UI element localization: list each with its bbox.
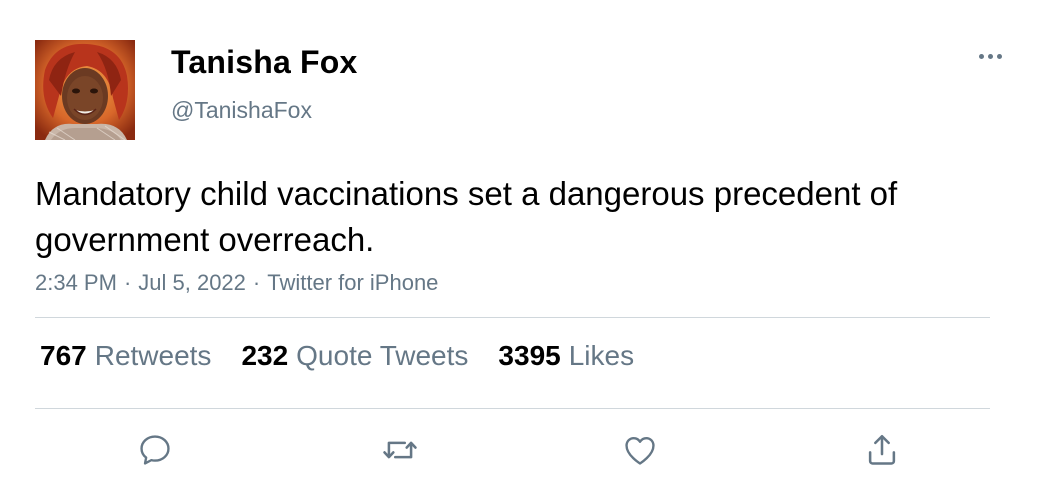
meta-separator: · (252, 270, 261, 295)
tweet-source[interactable]: Twitter for iPhone (267, 270, 438, 295)
dot (996, 53, 1002, 59)
retweet-button[interactable] (380, 430, 420, 470)
retweet-arrows-icon (383, 441, 417, 459)
dot (987, 53, 993, 59)
reply-button[interactable] (135, 430, 175, 470)
likes-stat[interactable]: 3395 Likes (498, 340, 634, 372)
likes-label: Likes (568, 340, 635, 371)
engagement-stats: 767 Retweets 232 Quote Tweets 3395 Likes (40, 340, 634, 372)
tweet-meta: 2:34 PM · Jul 5, 2022 · Twitter for iPhone (35, 270, 438, 296)
retweets-label: Retweets (94, 340, 212, 371)
tweet-text: Mandatory child vaccinations set a dange… (35, 175, 898, 258)
speech-bubble-icon (140, 435, 170, 465)
tweet-card: Tanisha Fox @TanishaFox Mandatory child … (0, 0, 1050, 480)
quote-tweets-stat[interactable]: 232 Quote Tweets (241, 340, 468, 372)
dot (978, 53, 984, 59)
divider (35, 408, 990, 409)
author-handle[interactable]: @TanishaFox (171, 97, 312, 124)
divider (35, 317, 990, 318)
action-bar (0, 430, 1050, 470)
quote-tweets-label: Quote Tweets (296, 340, 469, 371)
likes-count: 3395 (498, 340, 561, 371)
share-button[interactable] (862, 430, 902, 470)
tweet-date[interactable]: Jul 5, 2022 (138, 270, 246, 295)
tweet-time[interactable]: 2:34 PM (35, 270, 117, 295)
retweets-count: 767 (40, 340, 87, 371)
author-display-name[interactable]: Tanisha Fox (171, 44, 358, 81)
more-options-icon[interactable] (970, 44, 1010, 68)
retweets-stat[interactable]: 767 Retweets (40, 340, 211, 372)
share-upload-icon (868, 434, 896, 465)
avatar[interactable] (35, 40, 135, 140)
like-button[interactable] (620, 430, 660, 470)
heart-icon (625, 436, 655, 465)
meta-separator: · (123, 270, 132, 295)
quote-tweets-count: 232 (241, 340, 289, 371)
avatar-photo (35, 40, 135, 140)
